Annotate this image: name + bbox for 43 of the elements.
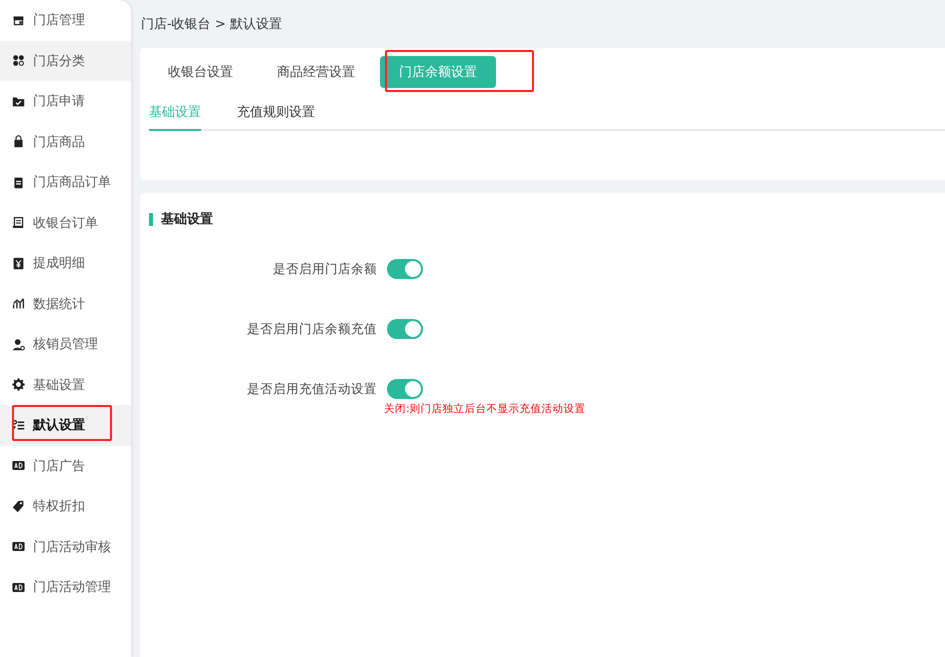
sidebar-item[interactable]: 门店申请 <box>0 81 131 122</box>
grid-icon <box>12 54 25 68</box>
sidebar-item[interactable]: 默认设置 <box>0 405 131 446</box>
ad-icon <box>12 580 25 594</box>
tag-icon <box>12 500 25 513</box>
sidebar-item[interactable]: 基础设置 <box>0 364 131 405</box>
toggle-switch[interactable] <box>387 319 423 339</box>
sidebar-item[interactable]: 门店商品 <box>0 122 131 162</box>
bag-icon <box>12 135 25 148</box>
receipt-icon <box>12 216 25 230</box>
sidebar-item[interactable]: 核销员管理 <box>0 324 131 364</box>
store-icon <box>12 14 25 27</box>
breadcrumb: 门店-收银台 > 默认设置 <box>140 16 283 34</box>
clipboard-icon <box>12 176 25 189</box>
hint-text: 关闭:则门店独立后台不显示充值活动设置 <box>384 402 587 416</box>
section-marker <box>149 212 153 226</box>
sidebar-item[interactable]: 数据统计 <box>0 284 131 324</box>
folder-icon <box>12 94 25 108</box>
sidebar-item[interactable]: 收银台订单 <box>0 202 131 243</box>
sidebar-item[interactable]: 门店广告 <box>0 446 131 486</box>
sidebar-item[interactable]: 门店管理 <box>0 0 131 40</box>
toggle-switch[interactable] <box>387 259 423 279</box>
sidebar-item[interactable]: 门店分类 <box>0 40 131 81</box>
tab[interactable]: 收银台设置 <box>149 56 252 88</box>
setting-label: 是否启用门店余额 <box>272 260 377 278</box>
yen-icon <box>12 256 25 270</box>
user-icon <box>12 338 25 351</box>
tab[interactable]: 商品经营设置 <box>258 56 374 88</box>
list-icon <box>12 418 25 432</box>
ad-icon <box>12 540 25 554</box>
ad-icon <box>12 459 25 472</box>
sidebar-item[interactable]: 特权折扣 <box>0 486 131 526</box>
sidebar-item[interactable]: 门店活动管理 <box>0 567 131 608</box>
setting-label: 是否启用充值活动设置 <box>246 380 377 398</box>
sidebar-item[interactable]: 门店商品订单 <box>0 162 131 202</box>
sub-tab[interactable]: 充值规则设置 <box>237 95 315 131</box>
section-title: 基础设置 <box>161 211 213 228</box>
setting-label: 是否启用门店余额充值 <box>246 320 377 338</box>
toggle-switch[interactable] <box>387 379 423 399</box>
settings-icon <box>12 378 25 392</box>
sidebar-item[interactable]: 提成明细 <box>0 243 131 284</box>
sidebar-item[interactable]: 门店活动审核 <box>0 526 131 567</box>
chart-icon <box>12 297 25 310</box>
